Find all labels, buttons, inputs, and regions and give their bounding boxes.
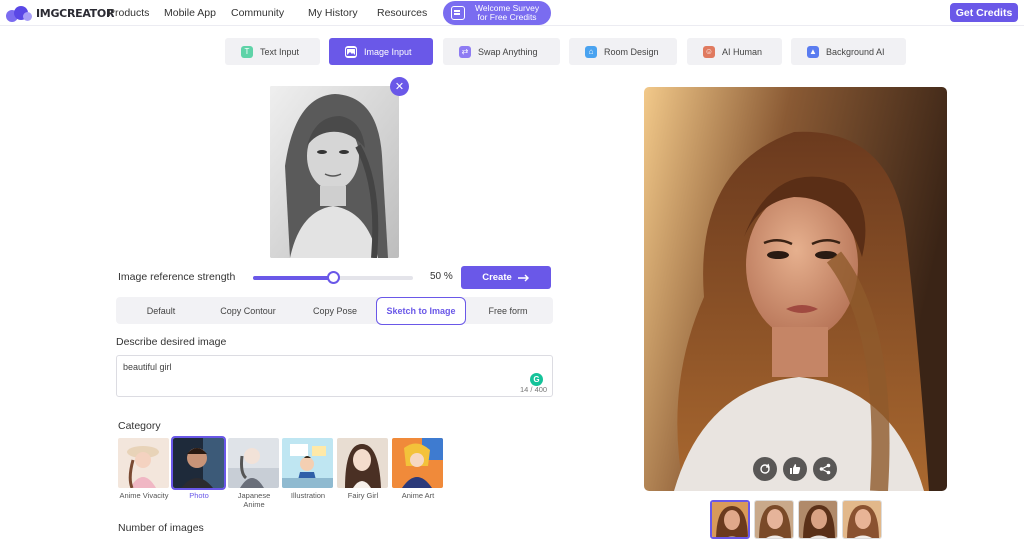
nav-community[interactable]: Community — [231, 7, 284, 19]
get-credits-button[interactable]: Get Credits — [950, 3, 1018, 22]
tab-room-design[interactable]: ⌂ Room Design — [569, 38, 677, 65]
arrow-right-icon — [517, 274, 529, 281]
logo-text: IMGCREATOR — [36, 6, 115, 20]
category-illustration[interactable]: Illustration — [282, 438, 334, 500]
result-thumbnail-4[interactable] — [842, 500, 882, 539]
strength-label: Image reference strength — [118, 271, 236, 283]
human-icon: ☺ — [703, 45, 715, 58]
result-thumbnail-3[interactable] — [798, 500, 838, 539]
refresh-icon — [760, 463, 770, 474]
close-icon: ✕ — [394, 81, 405, 93]
tab-image-input[interactable]: Image Input — [329, 38, 433, 65]
nav-products[interactable]: Products — [108, 7, 149, 19]
tab-swap-anything[interactable]: ⇄ Swap Anything — [443, 38, 560, 65]
top-nav: IMGCREATOR Products Mobile App Community… — [0, 0, 1024, 26]
category-thumbnail — [171, 436, 226, 490]
category-photo[interactable]: Photo — [171, 436, 226, 500]
thumbs-up-icon — [790, 464, 801, 474]
slider-fill — [253, 276, 333, 280]
tab-background-ai[interactable]: ▲ Background AI — [791, 38, 906, 65]
share-icon — [819, 463, 831, 475]
welcome-survey-button[interactable]: Welcome Survey for Free Credits — [443, 1, 551, 25]
strength-value: 50 % — [430, 271, 453, 282]
describe-label: Describe desired image — [116, 336, 227, 348]
like-button[interactable] — [783, 457, 807, 481]
nav-mobile-app[interactable]: Mobile App — [164, 7, 216, 19]
category-thumbnail — [392, 438, 443, 488]
uploaded-sketch-image — [270, 86, 399, 258]
text-input-icon: T — [241, 45, 253, 58]
mode-copy-contour[interactable]: Copy Contour — [204, 297, 292, 324]
category-thumbnail — [228, 438, 279, 488]
generated-image[interactable] — [644, 87, 947, 491]
logo-icon — [6, 4, 32, 22]
logo[interactable]: IMGCREATOR — [6, 4, 114, 22]
category-thumbnail — [337, 438, 388, 488]
category-fairy-girl[interactable]: Fairy Girl — [337, 438, 389, 500]
prompt-textarea[interactable]: beautiful girl G 14 / 400 — [116, 355, 553, 397]
nav-resources[interactable]: Resources — [377, 7, 427, 19]
mode-sketch-to-image[interactable]: Sketch to Image — [376, 297, 466, 325]
mode-free-form[interactable]: Free form — [465, 297, 551, 324]
category-label: Category — [118, 420, 161, 432]
category-thumbnail — [282, 438, 333, 488]
regenerate-button[interactable] — [753, 457, 777, 481]
category-thumbnail — [118, 438, 169, 488]
result-thumbnail-2[interactable] — [754, 500, 794, 539]
survey-icon — [451, 6, 465, 20]
image-input-icon — [345, 45, 357, 58]
create-button[interactable]: Create — [461, 266, 551, 289]
reference-mode-selector: Default Copy Contour Copy Pose Sketch to… — [116, 297, 553, 325]
strength-slider[interactable] — [253, 271, 413, 284]
char-counter: 14 / 400 — [520, 385, 548, 394]
category-anime-vivacity[interactable]: Anime Vivacity — [118, 438, 170, 500]
mode-default[interactable]: Default — [116, 297, 206, 324]
house-icon: ⌂ — [585, 45, 597, 58]
nav-my-history[interactable]: My History — [308, 7, 358, 19]
slider-thumb[interactable] — [327, 271, 340, 284]
category-anime-art[interactable]: Anime Art — [392, 438, 444, 500]
category-japanese-anime[interactable]: Japanese Anime — [228, 438, 280, 509]
number-of-images-label: Number of images — [118, 522, 204, 534]
share-button[interactable] — [813, 457, 837, 481]
result-thumbnail-1[interactable] — [710, 500, 750, 539]
prompt-text: beautiful girl — [123, 362, 172, 372]
survey-line-2: for Free Credits — [477, 12, 537, 22]
tab-ai-human[interactable]: ☺ AI Human — [687, 38, 782, 65]
remove-image-button[interactable]: ✕ — [390, 77, 409, 96]
tab-text-input[interactable]: T Text Input — [225, 38, 320, 65]
mode-copy-pose[interactable]: Copy Pose — [291, 297, 379, 324]
landscape-icon: ▲ — [807, 45, 819, 58]
swap-icon: ⇄ — [459, 45, 471, 58]
